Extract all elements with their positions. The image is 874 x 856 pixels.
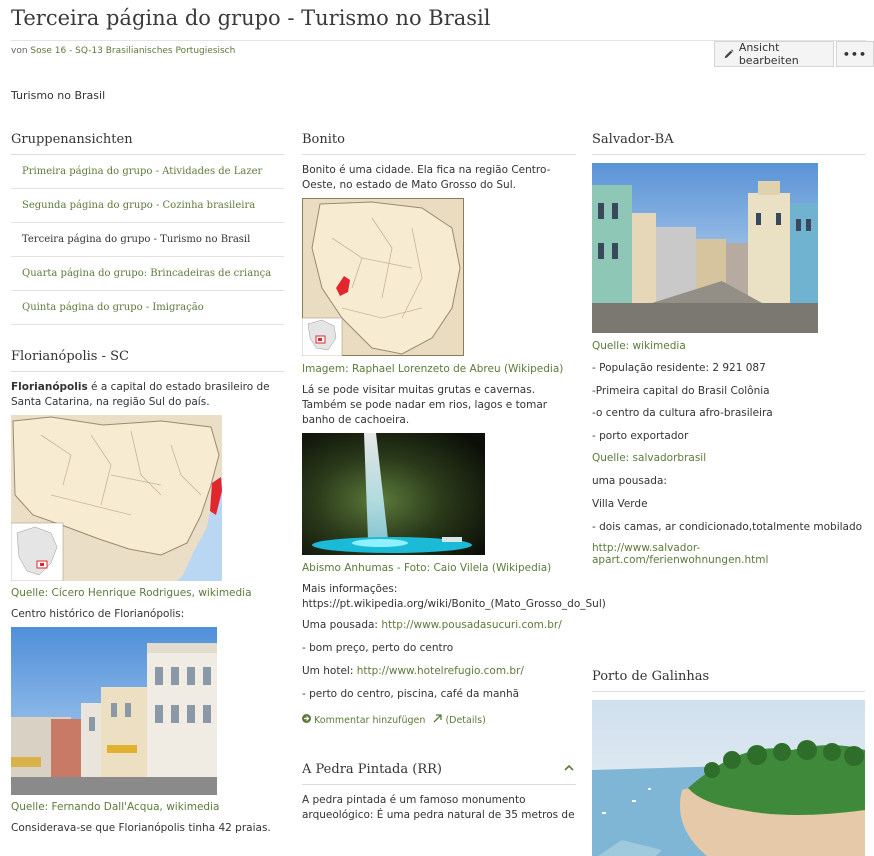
add-comment-link[interactable]: Kommentar hinzufügen bbox=[302, 714, 425, 726]
edit-view-label: Ansicht bearbeiten bbox=[738, 41, 799, 67]
florianopolis-map-caption[interactable]: Quelle: Cícero Henrique Rodrigues, wikim… bbox=[11, 586, 284, 601]
porto-de-galinhas-block: Porto de Galinhas bbox=[592, 669, 865, 856]
bonito-text-2: Lá se pode visitar muitas grutas e caver… bbox=[302, 384, 548, 426]
salvador-pousada-name: Villa Verde bbox=[592, 497, 648, 510]
chevron-up-icon[interactable] bbox=[564, 764, 574, 772]
arrow-right-circle-icon bbox=[302, 714, 311, 723]
pedra-pintada-text: A pedra pintada é um famoso monumento ar… bbox=[302, 794, 575, 821]
group-page-link-1[interactable]: Primeira página do grupo - Atividades de… bbox=[11, 155, 284, 189]
more-options-button[interactable]: ••• bbox=[835, 41, 874, 67]
florianopolis-title: Florianópolis - SC bbox=[11, 349, 284, 372]
bonito-map-caption[interactable]: Imagem: Raphael Lorenzeto de Abreu (Wiki… bbox=[302, 362, 576, 377]
salvador-line-2: -Primeira capital do Brasil Colônia bbox=[592, 384, 770, 397]
column-right: Salvador-BA Quelle: wikimedia - Populaçã… bbox=[592, 132, 865, 856]
byline-author-link[interactable]: Sose 16 - SQ-13 Brasilianisches Portugie… bbox=[30, 46, 235, 56]
florianopolis-subtitle: Centro histórico de Florianópolis: bbox=[11, 608, 185, 620]
porto-de-galinhas-title: Porto de Galinhas bbox=[592, 669, 865, 692]
salvador-photo-caption[interactable]: Quelle: wikimedia bbox=[592, 339, 865, 354]
mato-grosso-do-sul-map-image[interactable] bbox=[302, 198, 464, 356]
bonito-pousada-label: Uma pousada: bbox=[302, 619, 382, 631]
salvador-source-caption[interactable]: Quelle: salvadorbrasil bbox=[592, 451, 865, 466]
florianopolis-block: Florianópolis - SC Florianópolis é a cap… bbox=[11, 349, 284, 836]
pencil-icon bbox=[724, 49, 734, 59]
ellipsis-icon: ••• bbox=[842, 47, 867, 61]
bonito-wikipedia-link[interactable]: https://pt.wikipedia.org/wiki/Bonito_(Ma… bbox=[302, 598, 606, 610]
group-page-link-5[interactable]: Quinta página do grupo - Imigração bbox=[11, 291, 284, 325]
column-left: Gruppenansichten Primeira página do grup… bbox=[11, 132, 284, 841]
salvador-title: Salvador-BA bbox=[592, 132, 865, 155]
bonito-hotel: Um hotel: http://www.hotelrefugio.com.br… bbox=[302, 664, 576, 679]
bonito-pousada-link[interactable]: http://www.pousadasucuri.com.br/ bbox=[381, 619, 561, 631]
salvador-line-4: - porto exportador bbox=[592, 429, 689, 442]
group-views-list: Primeira página do grupo - Atividades de… bbox=[11, 155, 284, 325]
view-toolbar: Ansicht bearbeiten ••• bbox=[714, 41, 874, 67]
salvador-block: Salvador-BA Quelle: wikimedia - Populaçã… bbox=[592, 132, 865, 566]
column-middle: Bonito Bonito é uma cidade. Ela fica na … bbox=[302, 132, 606, 828]
group-page-link-4[interactable]: Quarta página do grupo: Brincadeiras de … bbox=[11, 257, 284, 291]
abismo-anhumas-caption[interactable]: Abismo Anhumas - Foto: Caio Vilela (Wiki… bbox=[302, 561, 576, 576]
group-page-link-3-current[interactable]: Terceira página do grupo - Turismo no Br… bbox=[11, 223, 284, 257]
pedra-pintada-block: A Pedra Pintada (RR) A pedra pintada é u… bbox=[302, 762, 576, 823]
bonito-pousada-desc: - bom preço, perto do centro bbox=[302, 642, 454, 654]
bonito-more-info-label: Mais informações: bbox=[302, 583, 398, 595]
bonito-more-info: Mais informações: https://pt.wikipedia.o… bbox=[302, 582, 606, 612]
pedra-pintada-title-text: A Pedra Pintada (RR) bbox=[302, 762, 442, 777]
link-icon bbox=[433, 714, 443, 723]
salvador-pelourinho-photo[interactable] bbox=[592, 163, 818, 333]
abismo-anhumas-photo[interactable] bbox=[302, 433, 485, 555]
florianopolis-bold: Florianópolis bbox=[11, 381, 88, 393]
pedra-pintada-title[interactable]: A Pedra Pintada (RR) bbox=[302, 762, 576, 785]
group-page-link-2[interactable]: Segunda página do grupo - Cozinha brasil… bbox=[11, 189, 284, 223]
bonito-pousada: Uma pousada: http://www.pousadasucuri.co… bbox=[302, 618, 576, 633]
florianopolis-historic-center-photo[interactable] bbox=[11, 627, 217, 795]
bonito-block: Bonito Bonito é uma cidade. Ela fica na … bbox=[302, 132, 606, 726]
page-title: Terceira página do grupo - Turismo no Br… bbox=[11, 6, 491, 30]
group-views-block: Gruppenansichten Primeira página do grup… bbox=[11, 132, 284, 325]
salvador-pousada-line: uma pousada: bbox=[592, 475, 667, 488]
florianopolis-text-2: Considerava-se que Florianópolis tinha 4… bbox=[11, 822, 271, 834]
bonito-hotel-desc: - perto do centro, piscina, café da manh… bbox=[302, 688, 520, 700]
florianopolis-text: Florianópolis é a capital do estado bras… bbox=[11, 380, 284, 410]
florianopolis-photo-caption[interactable]: Quelle: Fernando Dall'Acqua, wikimedia bbox=[11, 800, 284, 815]
bonito-actions: Kommentar hinzufügen (Details) bbox=[302, 714, 576, 726]
byline: von Sose 16 - SQ-13 Brasilianisches Port… bbox=[11, 46, 235, 56]
bonito-text-1: Bonito é uma cidade. Ela fica na região … bbox=[302, 164, 551, 191]
bonito-title: Bonito bbox=[302, 132, 576, 155]
salvador-line-1: - População residente: 2 921 087 bbox=[592, 362, 766, 374]
add-comment-label: Kommentar hinzufügen bbox=[314, 715, 426, 726]
salvador-line-3: -o centro da cultura afro-brasileira bbox=[592, 407, 773, 420]
bonito-hotel-link[interactable]: http://www.hotelrefugio.com.br/ bbox=[357, 665, 524, 677]
edit-view-button[interactable]: Ansicht bearbeiten bbox=[714, 41, 834, 67]
porto-de-galinhas-photo[interactable] bbox=[592, 700, 865, 856]
salvador-apart-link[interactable]: http://www.salvador-apart.com/ferienwohn… bbox=[592, 542, 865, 566]
page-intro: Turismo no Brasil bbox=[11, 89, 106, 102]
bonito-hotel-label: Um hotel: bbox=[302, 665, 357, 677]
santa-catarina-map-image[interactable] bbox=[11, 415, 222, 581]
details-link[interactable]: (Details) bbox=[433, 714, 486, 726]
group-views-title: Gruppenansichten bbox=[11, 132, 284, 155]
details-label: (Details) bbox=[445, 715, 486, 726]
byline-prefix: von bbox=[11, 46, 28, 56]
salvador-pousada-desc: - dois camas, ar condicionado,totalmente… bbox=[592, 520, 863, 533]
